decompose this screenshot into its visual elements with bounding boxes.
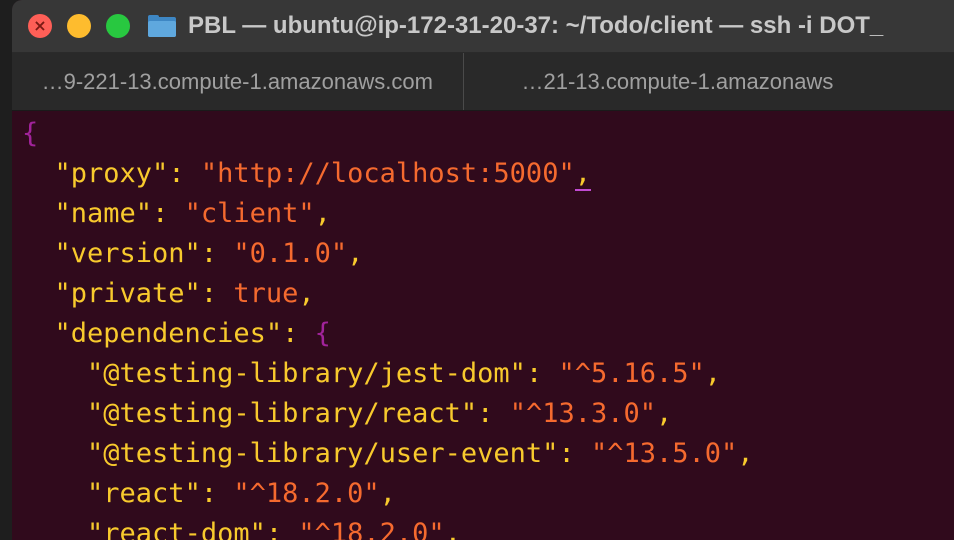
text-cursor: , [575,158,591,191]
json-key-proxy: "proxy" [55,158,169,189]
json-key-private: "private" [55,278,201,309]
terminal-content[interactable]: { "proxy": "http://localhost:5000", "nam… [22,114,754,540]
json-val-dep5: "^18.2.0" [298,518,444,540]
json-open-brace: { [22,118,38,149]
folder-icon [148,15,176,37]
json-deps-open-brace: { [315,318,331,349]
close-icon: × [33,14,46,38]
json-val-private: true [233,278,298,309]
json-val-dep1: "^5.16.5" [558,358,704,389]
json-key-dep1: "@testing-library/jest-dom" [87,358,526,389]
json-val-dep4: "^18.2.0" [233,478,379,509]
json-val-dep2: "^13.3.0" [510,398,656,429]
json-key-version: "version" [55,238,201,269]
tab-bar: …9-221-13.compute-1.amazonaws.com …21-13… [12,53,954,111]
terminal-window: × PBL — ubuntu@ip-172-31-20-37: ~/Todo/c… [12,0,954,540]
traffic-lights: × [28,14,130,38]
window-title: PBL — ubuntu@ip-172-31-20-37: ~/Todo/cli… [188,12,883,40]
json-key-dep4: "react" [87,478,201,509]
json-key-dep5: "react-dom" [87,518,266,540]
tab-2[interactable]: …21-13.compute-1.amazonaws [463,53,954,110]
json-val-name: "client" [185,198,315,229]
maximize-window-button[interactable] [106,14,130,38]
json-key-dep2: "@testing-library/react" [87,398,477,429]
json-val-dep3: "^13.5.0" [591,438,737,469]
json-key-dependencies: "dependencies" [55,318,283,349]
json-key-dep3: "@testing-library/user-event" [87,438,558,469]
minimize-window-button[interactable] [67,14,91,38]
tab-1[interactable]: …9-221-13.compute-1.amazonaws.com [12,53,463,110]
json-val-proxy: "http://localhost:5000" [201,158,575,189]
json-val-version: "0.1.0" [233,238,347,269]
title-bar: × PBL — ubuntu@ip-172-31-20-37: ~/Todo/c… [12,0,954,53]
close-window-button[interactable]: × [28,14,52,38]
json-key-name: "name" [55,198,153,229]
